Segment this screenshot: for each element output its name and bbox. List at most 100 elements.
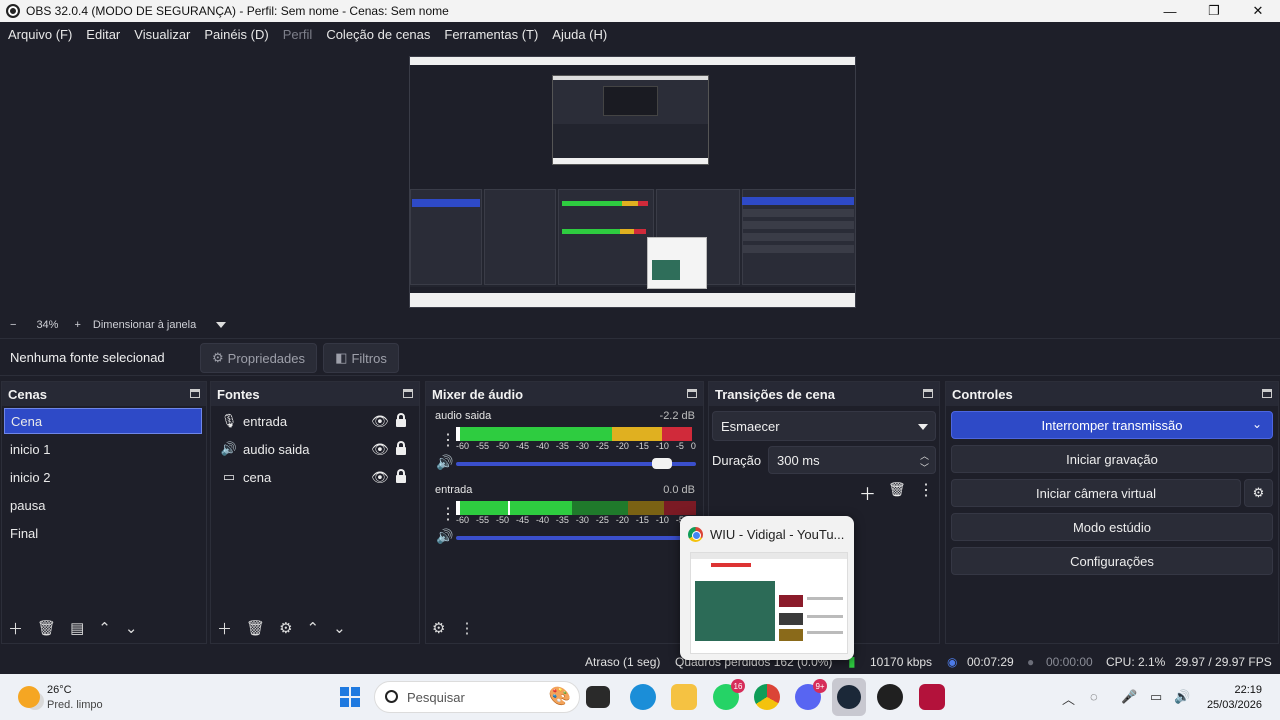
windows-start-icon[interactable]: [340, 687, 360, 707]
move-up-icon[interactable]: ⌃: [98, 619, 111, 637]
undock-icon[interactable]: [190, 389, 200, 398]
add-scene-button[interactable]: ＋: [8, 618, 23, 639]
undock-icon[interactable]: [923, 389, 933, 398]
zoom-in-button[interactable]: +: [74, 319, 80, 331]
taskbar-search-input[interactable]: Pesquisar 🎨: [374, 681, 580, 713]
zoom-out-button[interactable]: −: [10, 319, 16, 331]
program-preview[interactable]: [409, 56, 856, 308]
speaker-icon[interactable]: 🔊: [436, 454, 453, 471]
filters-button[interactable]: ◧ Filtros: [323, 343, 399, 373]
source-item[interactable]: ▭ cena 👁: [214, 464, 414, 490]
scene-item[interactable]: Cena: [4, 408, 202, 434]
monitor-tray-icon[interactable]: ▭: [1150, 689, 1162, 705]
menu-ferramentas[interactable]: Ferramentas (T): [444, 27, 538, 42]
scene-filters-icon[interactable]: ▤: [70, 619, 84, 637]
track-menu-icon[interactable]: ⋮: [440, 430, 456, 450]
move-down-icon[interactable]: ⌄: [125, 619, 138, 637]
gear-icon: ⚙: [212, 350, 224, 365]
eye-icon[interactable]: 👁: [371, 469, 389, 486]
virtual-camera-settings-button[interactable]: ⚙: [1244, 479, 1273, 507]
scene-label: Cena: [11, 413, 43, 429]
move-down-icon[interactable]: ⌄: [333, 619, 346, 637]
edge-icon[interactable]: [630, 684, 656, 710]
chrome-window-preview[interactable]: WIU - Vidigal - YouTu...: [680, 516, 854, 660]
weather-icon[interactable]: [18, 686, 40, 708]
lock-icon[interactable]: [396, 413, 406, 427]
move-up-icon[interactable]: ⌃: [307, 619, 320, 637]
minimize-button[interactable]: —: [1148, 0, 1192, 22]
undock-icon[interactable]: [403, 389, 413, 398]
microphone-tray-icon[interactable]: 🎤: [1121, 689, 1137, 705]
start-virtual-camera-button[interactable]: Iniciar câmera virtual: [951, 479, 1241, 507]
scene-item[interactable]: inicio 2: [4, 464, 202, 490]
add-source-button[interactable]: ＋: [217, 618, 232, 639]
studio-mode-button[interactable]: Modo estúdio: [951, 513, 1273, 541]
speaker-icon: 🔊: [220, 441, 238, 456]
advanced-audio-icon[interactable]: ⚙: [432, 619, 445, 637]
menu-colecao-cenas[interactable]: Coleção de cenas: [326, 27, 430, 42]
speaker-icon[interactable]: 🔊: [436, 528, 453, 545]
close-button[interactable]: ✕: [1236, 0, 1280, 22]
obs-taskbar-icon[interactable]: [877, 684, 903, 710]
undock-icon[interactable]: [687, 389, 697, 398]
remove-transition-icon[interactable]: 🗑: [888, 481, 906, 498]
discord-icon[interactable]: 9+: [795, 679, 827, 710]
start-recording-button[interactable]: Iniciar gravação: [951, 445, 1273, 473]
transition-menu-icon[interactable]: ⋮: [918, 480, 934, 500]
eye-icon[interactable]: 👁: [371, 413, 389, 430]
properties-button[interactable]: ⚙ Propriedades: [200, 343, 317, 373]
track-db: 0.0 dB: [663, 484, 695, 496]
chevron-down-icon[interactable]: ﹀: [920, 461, 929, 474]
settings-button[interactable]: Configurações: [951, 547, 1273, 575]
add-transition-button[interactable]: ＋: [859, 480, 876, 505]
track-menu-icon[interactable]: ⋮: [440, 504, 456, 524]
volume-slider[interactable]: [456, 536, 696, 540]
menu-editar[interactable]: Editar: [86, 27, 120, 42]
scale-tick: -40: [535, 515, 549, 525]
network-tray-icon[interactable]: ◌: [1090, 689, 1098, 704]
remove-scene-icon[interactable]: 🗑: [37, 619, 56, 637]
scene-label: pausa: [10, 497, 46, 513]
fit-to-window-label[interactable]: Dimensionar à janela: [93, 319, 196, 331]
preview-nested-menubar: [410, 65, 855, 71]
chrome-taskbar-icon[interactable]: [754, 684, 780, 710]
duration-input[interactable]: 300 ms ︿ ﹀: [768, 446, 936, 474]
mixer-menu-icon[interactable]: ⋮: [459, 619, 474, 637]
volume-slider-knob[interactable]: [652, 458, 673, 469]
scene-item[interactable]: inicio 1: [4, 436, 202, 462]
undock-icon[interactable]: [1262, 389, 1272, 398]
whatsapp-icon[interactable]: 16: [713, 679, 745, 710]
menu-paineis[interactable]: Painéis (D): [204, 27, 268, 42]
acrobat-icon[interactable]: [919, 684, 945, 710]
maximize-button[interactable]: ❐: [1192, 0, 1236, 22]
menu-ajuda[interactable]: Ajuda (H): [552, 27, 607, 42]
source-label: entrada: [243, 413, 288, 429]
system-clock[interactable]: 22:19 25/03/2026: [1207, 683, 1262, 713]
menu-visualizar[interactable]: Visualizar: [134, 27, 190, 42]
scene-item[interactable]: Final: [4, 520, 202, 546]
controls-title-text: Controles: [952, 386, 1013, 402]
zoom-dropdown-icon[interactable]: [216, 322, 227, 328]
transition-select[interactable]: Esmaecer: [712, 411, 936, 441]
weather-temp[interactable]: 26°C: [47, 684, 72, 696]
lock-icon[interactable]: [396, 441, 406, 455]
scale-tick: -35: [555, 441, 569, 451]
display-icon: ▭: [222, 469, 236, 484]
lock-icon[interactable]: [396, 469, 406, 483]
chevron-down-icon[interactable]: ⌄: [1252, 417, 1262, 431]
scene-item[interactable]: pausa: [4, 492, 202, 518]
source-item[interactable]: 🎙 entrada 👁: [214, 408, 414, 434]
source-item[interactable]: 🔊 audio saida 👁: [214, 436, 414, 462]
weather-desc[interactable]: Pred. limpo: [47, 699, 103, 711]
volume-tray-icon[interactable]: 🔊: [1174, 689, 1190, 705]
menu-arquivo[interactable]: Arquivo (F): [8, 27, 72, 42]
steam-active-icon[interactable]: [832, 678, 866, 716]
chevron-up-icon[interactable]: ︿: [1062, 689, 1075, 708]
terminal-app-icon[interactable]: [586, 686, 610, 708]
eye-icon[interactable]: 👁: [371, 441, 389, 458]
source-settings-icon[interactable]: ⚙: [279, 619, 292, 637]
stop-streaming-button[interactable]: Interromper transmissão ⌄: [951, 411, 1273, 439]
file-explorer-icon[interactable]: [671, 684, 697, 710]
window-thumbnail[interactable]: [690, 552, 848, 654]
remove-source-icon[interactable]: 🗑: [246, 619, 265, 637]
